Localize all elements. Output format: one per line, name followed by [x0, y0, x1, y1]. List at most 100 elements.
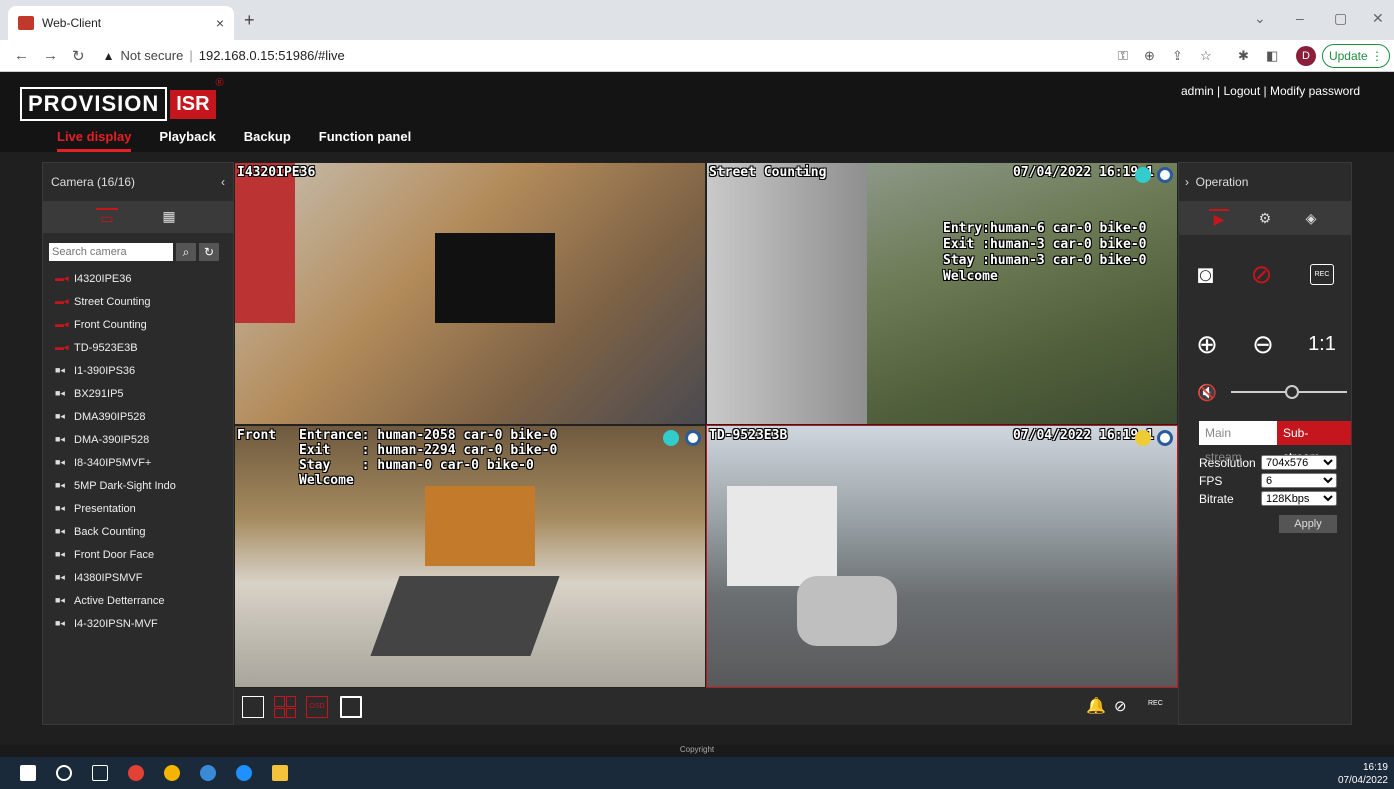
operation-title: Operation: [1195, 175, 1249, 189]
bookmark-star-icon[interactable]: ☆: [1200, 48, 1212, 64]
new-tab-icon[interactable]: +: [244, 10, 255, 31]
extensions-icon[interactable]: ✱: [1238, 48, 1249, 64]
snapshot-camera-icon[interactable]: ◙: [1198, 259, 1214, 290]
search-icon[interactable]: ⌕: [176, 243, 196, 261]
motion-status-icon: [1157, 167, 1173, 183]
camera-list-item[interactable]: ▬◂ TD-9523E3B: [43, 336, 233, 359]
zoom-icon[interactable]: ⊕: [1144, 48, 1155, 64]
url-field[interactable]: ▲ Not secure | 192.168.0.15:51986/#live: [103, 48, 345, 63]
edge-icon[interactable]: [236, 765, 252, 781]
maximize-icon[interactable]: ▢: [1334, 10, 1347, 27]
volume-slider-handle[interactable]: [1285, 385, 1299, 399]
sub-stream-button[interactable]: Sub-stream: [1277, 421, 1351, 464]
forward-icon[interactable]: →: [43, 47, 58, 64]
reload-icon[interactable]: ↻: [72, 47, 85, 65]
camera-name: I4320IPE36: [74, 272, 132, 285]
camera-list-item[interactable]: ■◂ 5MP Dark-Sight Indo: [43, 474, 233, 497]
video-tile-3[interactable]: Front Entrance: human-2058 car-0 bike-0 …: [234, 425, 706, 688]
collapse-right-icon[interactable]: ›: [1185, 175, 1196, 189]
camera-list-item[interactable]: ■◂ DMA390IP528: [43, 405, 233, 428]
osd-toggle-button[interactable]: OSD: [306, 696, 328, 718]
video-tile-2[interactable]: Street Counting 07/04/2022 16:19:1 Entry…: [706, 162, 1178, 425]
share-icon[interactable]: ⇪: [1172, 48, 1183, 64]
camera-list-item[interactable]: ■◂ I4380IPSMVF: [43, 566, 233, 589]
camera-list-item[interactable]: ■◂ I4-320IPSN-MVF: [43, 612, 233, 635]
minimize-icon[interactable]: –: [1296, 10, 1304, 26]
browser-tab[interactable]: Web-Client ×: [8, 6, 234, 40]
camera-list-item[interactable]: ■◂ BX291IP5: [43, 382, 233, 405]
alarm-bell-icon[interactable]: 🔔: [1086, 696, 1106, 716]
nav-function-panel[interactable]: Function panel: [319, 129, 411, 152]
taskbar-search-icon[interactable]: [56, 765, 72, 781]
zoom-out-icon[interactable]: ⊖: [1252, 329, 1274, 360]
camera-name: Presentation: [74, 502, 136, 515]
search-camera-input[interactable]: [49, 243, 173, 261]
apply-button[interactable]: Apply: [1279, 515, 1337, 533]
record-button[interactable]: REC: [1309, 264, 1335, 285]
main-stream-button[interactable]: Main stream: [1199, 421, 1277, 464]
video-tab-icon[interactable]: ▶: [1209, 208, 1229, 228]
camera-list-mode-icon[interactable]: ▭: [96, 208, 118, 226]
collapse-left-icon[interactable]: ‹: [221, 175, 225, 189]
browser-app-icon[interactable]: [200, 765, 216, 781]
back-icon[interactable]: ←: [14, 47, 29, 64]
camera-list-item[interactable]: ■◂ I8-340IP5MVF+: [43, 451, 233, 474]
video-tile-1[interactable]: I4320IPE36: [234, 162, 706, 425]
close-window-icon[interactable]: ✕: [1372, 10, 1384, 27]
nav-live-display[interactable]: Live display: [57, 129, 132, 152]
bitrate-select[interactable]: 128Kbps: [1261, 491, 1337, 506]
camera-list-item[interactable]: ■◂ DMA-390IP528: [43, 428, 233, 451]
quad-screen-icon[interactable]: [274, 696, 296, 718]
tile4-timestamp: 07/04/2022 16:19:1: [1013, 428, 1154, 443]
camera-list-item[interactable]: ■◂ Back Counting: [43, 520, 233, 543]
volume-slider[interactable]: [1231, 385, 1347, 399]
camera-list-item[interactable]: ■◂ Front Door Face: [43, 543, 233, 566]
chrome-icon[interactable]: [128, 765, 144, 781]
camera-icon: ■◂: [55, 388, 65, 398]
camera-list-item[interactable]: ▬◂ Front Counting: [43, 313, 233, 336]
nav-backup[interactable]: Backup: [244, 129, 291, 152]
ratio-button[interactable]: 1:1: [1308, 333, 1336, 356]
nav-playback[interactable]: Playback: [159, 129, 215, 152]
video-tile-4[interactable]: TD-9523E3B 07/04/2022 16:19:1: [706, 425, 1178, 688]
file-explorer-icon[interactable]: [272, 765, 288, 781]
camera-list-item[interactable]: ▬◂ I4320IPE36: [43, 267, 233, 290]
camera-list-item[interactable]: ■◂ I1-390IPS36: [43, 359, 233, 382]
camera-name: I4380IPSMVF: [74, 571, 143, 584]
camera-list-item[interactable]: ■◂ Active Detterrance: [43, 589, 233, 612]
app-header: PROVISION ISR ® admin | Logout | Modify …: [0, 72, 1394, 152]
refresh-icon[interactable]: ↻: [199, 243, 219, 261]
group-mode-icon[interactable]: ▦: [158, 208, 180, 226]
tile4-motion-status-icon: [1157, 430, 1173, 446]
tab-close-icon[interactable]: ×: [216, 15, 224, 31]
camera-list-item[interactable]: ▬◂ Street Counting: [43, 290, 233, 313]
fullscreen-icon[interactable]: [340, 696, 362, 718]
single-screen-icon[interactable]: [242, 696, 264, 718]
alarm-off-icon[interactable]: ⊘: [1251, 259, 1273, 290]
building-wall-shape: [707, 163, 867, 424]
camera-list-item[interactable]: ■◂ Presentation: [43, 497, 233, 520]
image-settings-tab-icon[interactable]: ⚙: [1255, 210, 1275, 227]
zoom-in-icon[interactable]: ⊕: [1196, 329, 1218, 360]
ptz-tab-icon[interactable]: ◈: [1301, 210, 1321, 227]
copyright: Copyright: [0, 745, 1394, 757]
windows-start-icon[interactable]: [20, 765, 36, 781]
volume-mute-icon[interactable]: 🔇: [1197, 383, 1217, 403]
alarm-out-icon[interactable]: ⊘: [1114, 697, 1127, 715]
resolution-label: Resolution: [1199, 455, 1256, 470]
resolution-select[interactable]: 704x576: [1261, 455, 1337, 470]
user-links[interactable]: admin | Logout | Modify password: [1181, 84, 1360, 98]
sidepanel-icon[interactable]: ◧: [1266, 48, 1278, 64]
car-shape: [797, 576, 897, 646]
record-all-button[interactable]: REC: [1148, 700, 1163, 707]
profile-avatar[interactable]: D: [1296, 46, 1316, 66]
bitrate-label: Bitrate: [1199, 491, 1234, 506]
chrome-alt-icon[interactable]: [164, 765, 180, 781]
taskbar-clock[interactable]: 16:19 07/04/2022: [1338, 761, 1388, 787]
tile2-counting-stats: Entry:human-6 car-0 bike-0 Exit :human-3…: [943, 221, 1147, 284]
key-icon[interactable]: ⚿: [1118, 48, 1128, 64]
update-button[interactable]: Update ⋮: [1322, 44, 1390, 68]
task-view-icon[interactable]: [92, 765, 108, 781]
fps-select[interactable]: 6: [1261, 473, 1337, 488]
tab-search-icon[interactable]: ⌄: [1254, 10, 1266, 27]
